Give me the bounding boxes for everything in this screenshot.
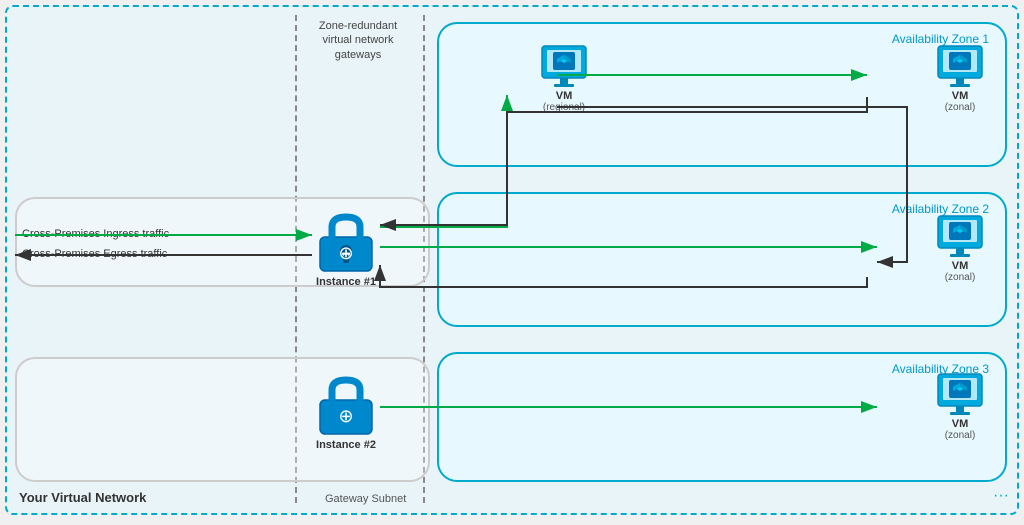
vm-zonal1-label: VM <box>952 90 969 102</box>
vm-regional-sublabel: (regional) <box>543 102 585 113</box>
vm-regional-icon <box>539 44 589 90</box>
gateway-subnet-text: Zone-redundant virtual network gateways <box>303 19 413 62</box>
ingress-label: Cross-Premises Ingress traffic <box>22 225 169 245</box>
instance1-label: Instance #1 <box>312 276 380 288</box>
cross-premises-labels: Cross-Premises Ingress traffic Cross-Pre… <box>22 225 169 265</box>
instance1-lock: ↔ ⊕ Instance #1 <box>312 209 380 288</box>
vm-zonal1-icon <box>935 44 985 90</box>
vm-zonal3: VM (zonal) <box>935 372 985 441</box>
vm-regional-label: VM <box>556 90 573 102</box>
gateway-subnet-bottom-label: Gateway Subnet <box>325 493 406 505</box>
instance2-label: Instance #2 <box>312 439 380 451</box>
vm-zonal2-sublabel: (zonal) <box>945 272 976 283</box>
instance2-lock: ⊕ Instance #2 <box>312 372 380 451</box>
vm-zonal2-icon <box>935 214 985 260</box>
egress-label: Cross-Premises Egress traffic <box>22 245 169 265</box>
availability-zone-2: Availability Zone 2 VM (zonal) <box>437 192 1007 327</box>
svg-text:⊕: ⊕ <box>338 406 353 426</box>
vm-zonal1-sublabel: (zonal) <box>945 102 976 113</box>
vm-regional: VM (regional) <box>539 44 589 113</box>
availability-zone-3: Availability Zone 3 VM (zonal) <box>437 352 1007 482</box>
vm-zonal1: VM (zonal) <box>935 44 985 113</box>
vm-zonal2-label: VM <box>952 260 969 272</box>
virtual-network-container: Zone-redundant virtual network gateways … <box>5 5 1019 515</box>
vm-zonal2: VM (zonal) <box>935 214 985 283</box>
vm-zonal3-sublabel: (zonal) <box>945 430 976 441</box>
availability-zone-1: Availability Zone 1 VM (regional) <box>437 22 1007 167</box>
vm-zonal3-label: VM <box>952 418 969 430</box>
instance1-lock-icon: ↔ ⊕ <box>312 209 380 277</box>
virtual-network-label: Your Virtual Network <box>19 490 146 505</box>
more-icon[interactable]: ··· <box>993 487 1009 505</box>
svg-text:⊕: ⊕ <box>338 243 353 263</box>
instance2-lock-icon: ⊕ <box>312 372 380 440</box>
vm-zonal3-icon <box>935 372 985 418</box>
